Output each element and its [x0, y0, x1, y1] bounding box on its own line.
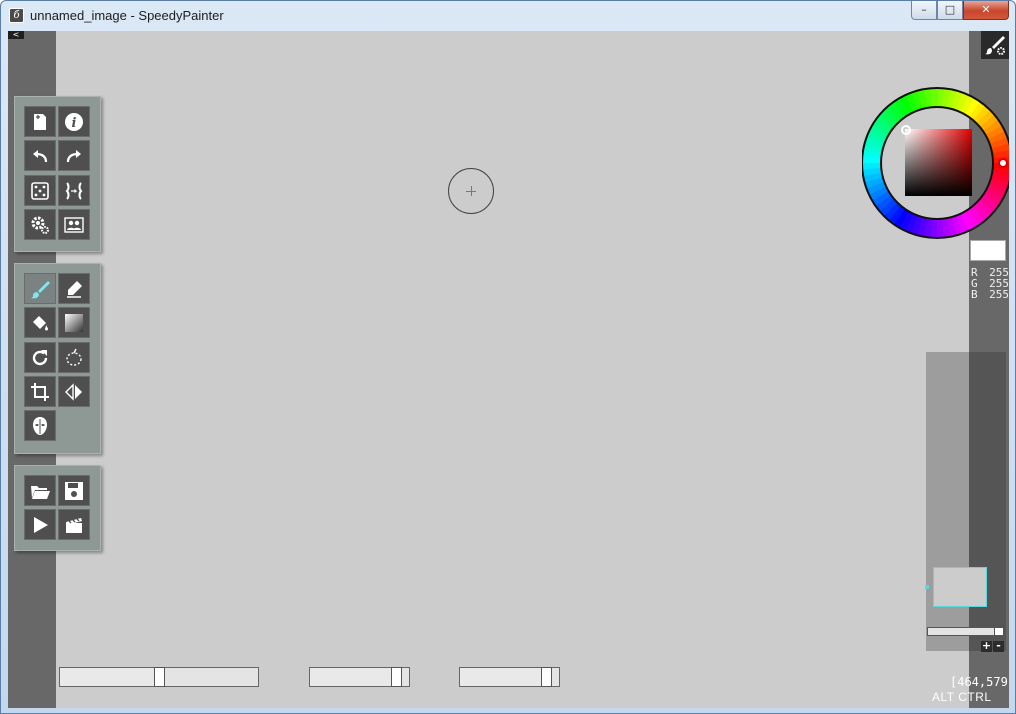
eraser-tool-button[interactable] [58, 273, 90, 304]
play-icon [34, 516, 48, 533]
brush-tool-button[interactable] [24, 273, 56, 304]
redo-icon [66, 149, 81, 162]
zoom-slider-knob[interactable] [994, 627, 1004, 636]
current-color-swatch[interactable] [970, 240, 1006, 261]
canvas[interactable] [56, 31, 969, 708]
opacity-slider[interactable] [309, 667, 410, 687]
random-brush-button[interactable] [24, 175, 56, 206]
minimize-button[interactable]: – [911, 1, 937, 20]
color-wheel[interactable] [862, 87, 1009, 239]
zoom-slider[interactable] [927, 627, 1005, 636]
brush-cursor [448, 168, 494, 214]
undo-icon [33, 149, 48, 162]
settings-button[interactable] [24, 209, 56, 240]
hue-picker-handle[interactable] [998, 158, 1008, 168]
client-area: < i R 255 G 255 B 255 + - [464,579] ALT … [8, 31, 1009, 708]
play-button[interactable] [24, 509, 56, 540]
brush-size-fill [60, 668, 154, 686]
opacity-fill [310, 668, 391, 686]
blue-label: B [971, 288, 978, 301]
drawing-tools-panel [14, 263, 101, 454]
rotate-tool-button[interactable] [24, 342, 56, 373]
rotate-icon [32, 349, 48, 365]
app-icon[interactable]: б [9, 8, 24, 23]
gradient-icon [65, 313, 83, 332]
lasso-icon [66, 348, 82, 366]
new-image-button[interactable] [24, 106, 56, 137]
crop-icon [31, 382, 49, 401]
mirror-view-button[interactable] [58, 175, 90, 206]
new-document-icon [34, 113, 46, 130]
brush-settings-icon [985, 36, 1005, 55]
mirror-icon [65, 181, 83, 200]
crop-tool-button[interactable] [24, 376, 56, 407]
gradient-tool-button[interactable] [58, 307, 90, 338]
flow-fill [460, 668, 541, 686]
navigator-viewport[interactable] [933, 567, 987, 607]
title-bar[interactable]: б unnamed_image - SpeedyPainter – □ ✕ [1, 1, 1015, 31]
navigator-panel: + - [925, 352, 1006, 652]
redo-button[interactable] [58, 140, 90, 171]
folder-icon [31, 485, 50, 499]
mask-tool-button[interactable] [24, 410, 56, 441]
svg-text:i: i [72, 116, 77, 131]
people-icon [64, 216, 84, 233]
floppy-icon [65, 481, 83, 500]
flip-tool-button[interactable] [58, 376, 90, 407]
mask-icon [33, 416, 47, 435]
cursor-coordinates: [464,579] [950, 675, 1009, 689]
close-button[interactable]: ✕ [963, 1, 1009, 20]
brush-size-knob[interactable] [154, 667, 165, 687]
maximize-button[interactable]: □ [937, 1, 963, 20]
bucket-icon [33, 315, 48, 330]
blue-value: 255 [989, 288, 1009, 301]
zoom-out-button[interactable]: - [993, 640, 1004, 652]
undo-button[interactable] [24, 140, 56, 171]
navigator-marker [925, 585, 929, 589]
file-tools-panel: i [14, 96, 101, 252]
clapperboard-icon [66, 517, 82, 533]
brush-settings-button[interactable] [981, 31, 1009, 59]
flow-slider[interactable] [459, 667, 560, 687]
reference-button[interactable] [58, 209, 90, 240]
fill-tool-button[interactable] [24, 307, 56, 338]
flow-knob[interactable] [541, 667, 552, 687]
window-controls: – □ ✕ [911, 1, 1009, 21]
record-button[interactable] [58, 509, 90, 540]
info-icon: i [65, 112, 83, 131]
app-window: б unnamed_image - SpeedyPainter – □ ✕ < … [0, 0, 1016, 714]
eraser-icon [67, 280, 82, 298]
collapse-toolbar-button[interactable]: < [8, 31, 24, 39]
zoom-in-button[interactable]: + [981, 640, 992, 652]
brush-size-slider[interactable] [59, 667, 259, 687]
save-button[interactable] [58, 475, 90, 506]
window-title: unnamed_image - SpeedyPainter [30, 8, 224, 23]
info-button[interactable]: i [58, 106, 90, 137]
opacity-knob[interactable] [391, 667, 402, 687]
lasso-tool-button[interactable] [58, 342, 90, 373]
modifier-keys: ALT CTRL [932, 690, 992, 704]
gears-icon [31, 216, 49, 234]
rgb-readout: R 255 G 255 B 255 [971, 267, 1009, 300]
flip-icon [65, 382, 82, 401]
dice-icon [31, 181, 49, 200]
media-tools-panel [14, 465, 101, 551]
open-button[interactable] [24, 475, 56, 506]
brush-icon [31, 280, 50, 298]
